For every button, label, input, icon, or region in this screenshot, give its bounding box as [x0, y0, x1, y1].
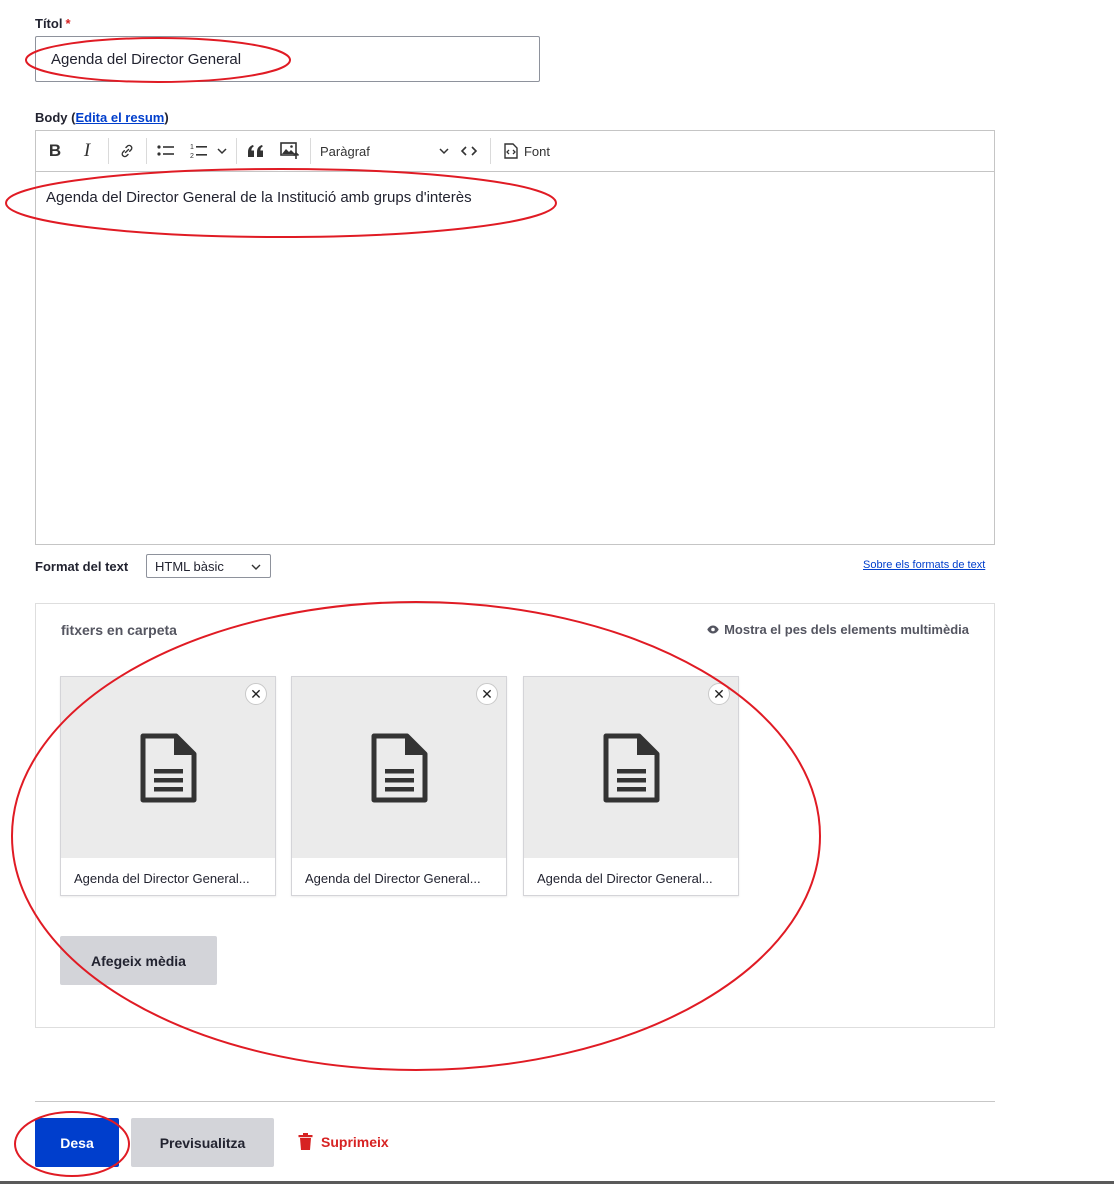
show-media-weight-toggle[interactable]: Mostra el pes dels elements multimèdia: [707, 622, 969, 637]
numbered-list-dropdown[interactable]: [214, 131, 230, 171]
delete-label: Suprimeix: [321, 1133, 389, 1150]
remove-media-button[interactable]: ✕: [245, 683, 267, 705]
link-icon: [121, 144, 133, 158]
save-button[interactable]: Desa: [35, 1118, 119, 1167]
document-icon: [371, 733, 428, 802]
media-item-name: Agenda del Director General...: [305, 871, 481, 886]
body-label-prefix: Body (: [35, 110, 76, 125]
source-icon: [504, 143, 518, 159]
add-media-button[interactable]: Afegeix mèdia: [60, 936, 217, 985]
body-label: Body (Edita el resum): [35, 110, 169, 125]
italic-button[interactable]: I: [72, 131, 102, 171]
source-button[interactable]: Font: [496, 131, 556, 171]
source-label: Font: [523, 143, 550, 159]
code-icon: [460, 146, 478, 156]
svg-text:1: 1: [190, 144, 194, 151]
preview-button[interactable]: Previsualitza: [131, 1118, 274, 1167]
media-item-name: Agenda del Director General...: [537, 871, 713, 886]
insert-image-button[interactable]: [274, 131, 306, 171]
chevron-down-icon: [251, 564, 261, 570]
paragraph-format-select[interactable]: Paràgraf: [314, 131, 449, 171]
media-weight-label: Mostra el pes dels elements multimèdia: [724, 622, 969, 637]
editor-toolbar: B I 1 2 Paràgraf Font: [36, 131, 994, 172]
text-format-label: Format del text: [35, 559, 129, 574]
document-icon: [140, 733, 197, 802]
media-thumbnail: [61, 677, 275, 858]
remove-media-button[interactable]: ✕: [708, 683, 730, 705]
delete-link[interactable]: Suprimeix: [298, 1133, 389, 1150]
body-editor: B I 1 2 Paràgraf Font Agenda del Directo…: [35, 130, 995, 545]
link-button[interactable]: [112, 131, 142, 171]
document-icon: [603, 733, 660, 802]
text-format-value: HTML bàsic: [155, 559, 224, 574]
bold-button[interactable]: B: [40, 131, 70, 171]
media-thumbnail: [524, 677, 738, 858]
media-item-name: Agenda del Director General...: [74, 871, 250, 886]
body-label-suffix: ): [164, 110, 169, 125]
text-format-select[interactable]: HTML bàsic: [146, 554, 271, 578]
quote-icon: [248, 145, 263, 157]
blockquote-button[interactable]: [240, 131, 272, 171]
edit-summary-link[interactable]: Edita el resum: [75, 110, 164, 125]
remove-media-button[interactable]: ✕: [476, 683, 498, 705]
eye-icon: [707, 625, 719, 634]
editor-content[interactable]: Agenda del Director General de la Instit…: [46, 189, 472, 206]
svg-text:2: 2: [190, 153, 194, 160]
title-label: Títol *: [35, 16, 71, 31]
media-fieldset: fitxers en carpeta Mostra el pes dels el…: [35, 603, 995, 1028]
paragraph-format-value: Paràgraf: [320, 143, 370, 159]
media-title: fitxers en carpeta: [61, 622, 177, 638]
media-thumbnail: [292, 677, 506, 858]
required-mark: *: [65, 16, 71, 31]
bulleted-list-button[interactable]: [150, 131, 182, 171]
image-upload-icon: [280, 142, 300, 159]
numbered-list-icon: 1 2: [190, 144, 207, 160]
title-input[interactable]: Agenda del Director General: [35, 36, 540, 82]
trash-icon: [298, 1133, 313, 1150]
media-item[interactable]: ✕ Agenda del Director General...: [60, 676, 276, 896]
media-item[interactable]: ✕ Agenda del Director General...: [523, 676, 739, 896]
toolbar-separator: [108, 138, 109, 164]
numbered-list-button[interactable]: 1 2: [186, 131, 212, 171]
code-button[interactable]: [454, 131, 484, 171]
title-label-text: Títol: [35, 16, 63, 31]
toolbar-separator: [490, 138, 491, 164]
toolbar-separator: [310, 138, 311, 164]
text-formats-help-link[interactable]: Sobre els formats de text: [863, 559, 985, 571]
chevron-down-icon: [217, 148, 227, 155]
media-item[interactable]: ✕ Agenda del Director General...: [291, 676, 507, 896]
chevron-down-icon: [439, 148, 449, 155]
toolbar-separator: [236, 138, 237, 164]
bulleted-list-icon: [157, 145, 174, 156]
actions-divider: [35, 1101, 995, 1102]
toolbar-separator: [146, 138, 147, 164]
